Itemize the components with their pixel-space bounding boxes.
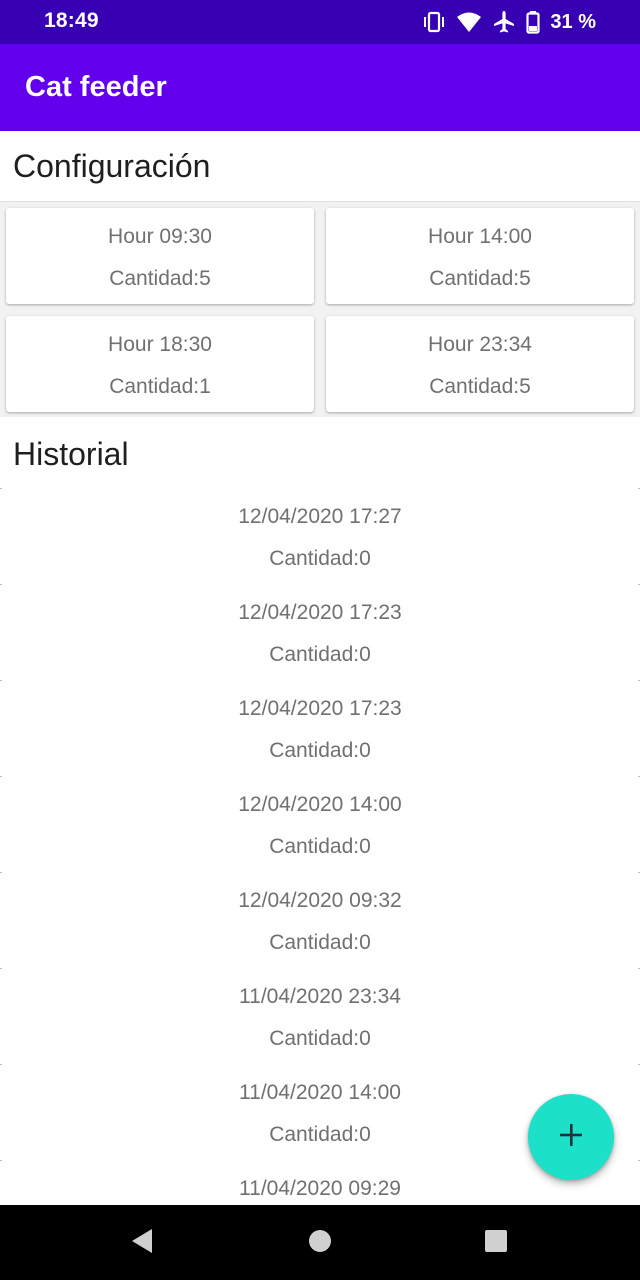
history-quantity: Cantidad:0 xyxy=(269,835,371,858)
history-date: 11/04/2020 09:29 xyxy=(239,1177,401,1200)
schedule-hour: Hour 09:30 xyxy=(108,225,212,248)
config-section-title: Configuración xyxy=(13,148,211,184)
back-button[interactable] xyxy=(118,1219,166,1267)
history-item: 12/04/2020 17:27 Cantidad:0 xyxy=(0,488,640,584)
battery-percent: 31 % xyxy=(550,10,596,33)
schedule-quantity: Cantidad:5 xyxy=(109,267,211,290)
home-button[interactable] xyxy=(296,1219,344,1267)
history-date: 12/04/2020 17:27 xyxy=(238,505,402,528)
schedule-hour: Hour 14:00 xyxy=(428,225,532,248)
status-icons: 31 % xyxy=(422,8,596,36)
app-title: Cat feeder xyxy=(25,71,167,103)
recents-icon xyxy=(484,1229,508,1258)
status-bar: 18:49 31 % xyxy=(0,0,640,44)
app-screen: 18:49 31 % Cat feeder Configuración Hour… xyxy=(0,0,640,1280)
schedule-card[interactable]: Hour 23:34 Cantidad:5 xyxy=(326,316,634,412)
history-date: 11/04/2020 23:34 xyxy=(239,985,401,1008)
schedule-quantity: Cantidad:5 xyxy=(429,375,531,398)
history-date: 11/04/2020 14:00 xyxy=(239,1081,401,1104)
history-item: 12/04/2020 09:32 Cantidad:0 xyxy=(0,872,640,968)
history-quantity: Cantidad:0 xyxy=(269,739,371,762)
schedule-hour: Hour 23:34 xyxy=(428,333,532,356)
vibrate-icon xyxy=(422,11,446,33)
config-grid: Hour 09:30 Cantidad:5 Hour 14:00 Cantida… xyxy=(0,201,640,417)
battery-icon xyxy=(526,10,541,34)
recents-button[interactable] xyxy=(472,1219,520,1267)
back-icon xyxy=(130,1228,154,1259)
history-item: 12/04/2020 17:23 Cantidad:0 xyxy=(0,680,640,776)
history-item: 12/04/2020 14:00 Cantidad:0 xyxy=(0,776,640,872)
history-date: 12/04/2020 17:23 xyxy=(238,697,402,720)
airplane-icon xyxy=(492,10,516,34)
schedule-quantity: Cantidad:5 xyxy=(429,267,531,290)
schedule-hour: Hour 18:30 xyxy=(108,333,212,356)
history-quantity: Cantidad:0 xyxy=(269,1027,371,1050)
history-date: 12/04/2020 09:32 xyxy=(238,889,402,912)
schedule-quantity: Cantidad:1 xyxy=(109,375,211,398)
schedule-card[interactable]: Hour 18:30 Cantidad:1 xyxy=(6,316,314,412)
navigation-bar xyxy=(0,1205,640,1280)
schedule-card[interactable]: Hour 09:30 Cantidad:5 xyxy=(6,208,314,304)
history-date: 12/04/2020 14:00 xyxy=(238,793,402,816)
history-item: 11/04/2020 23:34 Cantidad:0 xyxy=(0,968,640,1064)
schedule-card[interactable]: Hour 14:00 Cantidad:5 xyxy=(326,208,634,304)
history-quantity: Cantidad:0 xyxy=(269,547,371,570)
plus-icon xyxy=(558,1122,584,1153)
history-quantity: Cantidad:0 xyxy=(269,931,371,954)
home-icon xyxy=(308,1229,332,1258)
history-quantity: Cantidad:0 xyxy=(269,643,371,666)
status-time: 18:49 xyxy=(44,9,99,32)
add-schedule-button[interactable] xyxy=(528,1094,614,1180)
wifi-icon xyxy=(456,11,482,33)
history-item: 12/04/2020 17:23 Cantidad:0 xyxy=(0,584,640,680)
app-bar: Cat feeder xyxy=(0,44,640,131)
history-section-title: Historial xyxy=(13,436,129,472)
history-date: 12/04/2020 17:23 xyxy=(238,601,402,624)
